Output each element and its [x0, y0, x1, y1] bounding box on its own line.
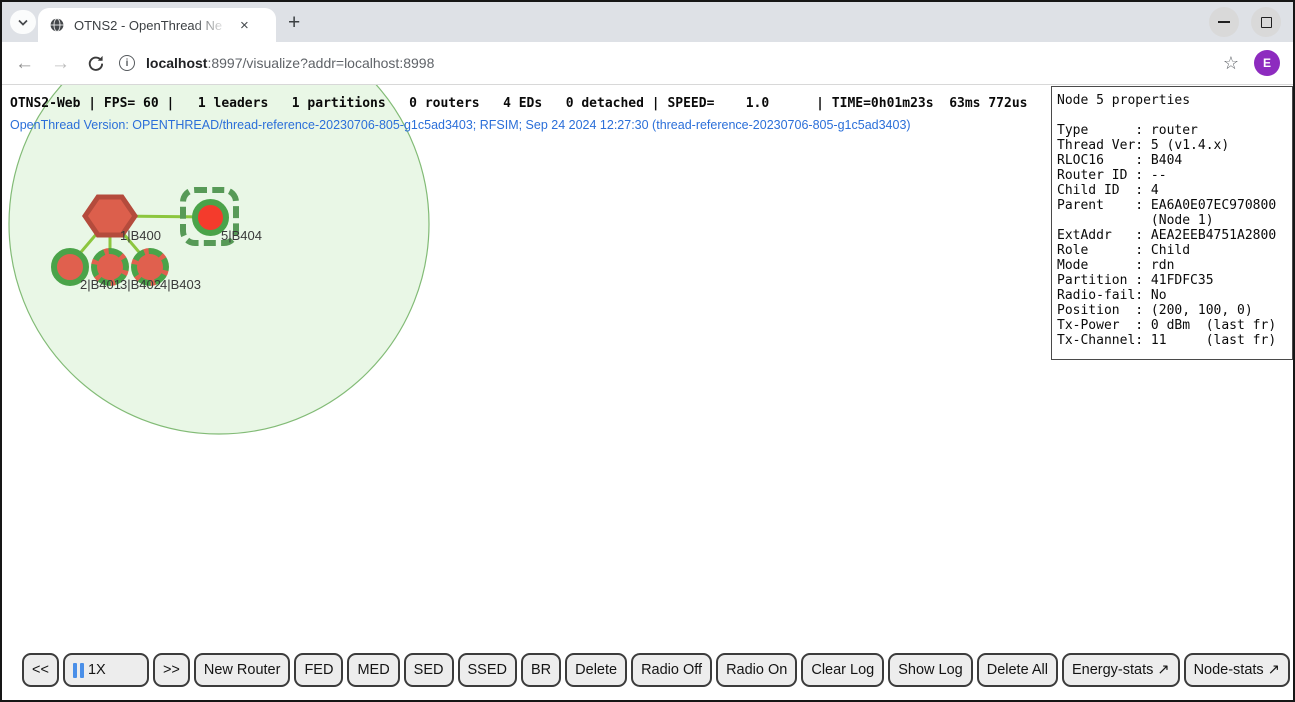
node-2-label: 2|B401 [80, 277, 121, 292]
delete-all-button[interactable]: Delete All [977, 653, 1058, 687]
delete-button[interactable]: Delete [565, 653, 627, 687]
tab-title: OTNS2 - OpenThread Ne [74, 18, 232, 33]
show-log-button[interactable]: Show Log [888, 653, 973, 687]
window-controls [1209, 7, 1281, 37]
chevron-down-icon [18, 19, 28, 26]
node-5-label: 5|B404 [221, 228, 262, 243]
url-text: localhost:8997/visualize?addr=localhost:… [146, 55, 434, 71]
url-host: localhost [146, 55, 207, 71]
sed-button[interactable]: SED [404, 653, 454, 687]
url-path: :8997/visualize?addr=localhost:8998 [207, 55, 434, 71]
minimize-button[interactable] [1209, 7, 1239, 37]
tab-search-button[interactable] [10, 10, 36, 34]
node-4-label: 4|B403 [160, 277, 201, 292]
speed-label: 1X [88, 662, 106, 678]
reload-button[interactable] [87, 55, 104, 72]
browser-toolbar: ← → i localhost:8997/visualize?addr=loca… [2, 42, 1293, 84]
browser-window: OTNS2 - OpenThread Ne × + ← → i localhos… [0, 0, 1295, 702]
node-1-label: 1|B400 [120, 228, 161, 243]
ssed-button[interactable]: SSED [458, 653, 518, 687]
node-properties-panel: Node 5 properties Type : router Thread V… [1051, 86, 1293, 360]
reload-icon [87, 55, 104, 72]
openthread-version-text: OpenThread Version: OPENTHREAD/thread-re… [10, 118, 911, 132]
properties-title: Node 5 properties [1057, 93, 1287, 108]
med-button[interactable]: MED [347, 653, 399, 687]
node-3-label: 3|B402 [120, 277, 161, 292]
energy-stats-button[interactable]: Energy-stats ↗ [1062, 653, 1180, 687]
step-forward-button[interactable]: >> [153, 653, 190, 687]
speed-button[interactable]: 1X [63, 653, 149, 687]
bookmark-star-icon[interactable]: ☆ [1223, 53, 1239, 74]
clear-log-button[interactable]: Clear Log [801, 653, 884, 687]
pause-icon [73, 663, 84, 678]
fed-button[interactable]: FED [294, 653, 343, 687]
browser-tab[interactable]: OTNS2 - OpenThread Ne × [38, 8, 276, 42]
br-button[interactable]: BR [521, 653, 561, 687]
radio-off-button[interactable]: Radio Off [631, 653, 712, 687]
tab-strip: OTNS2 - OpenThread Ne × + [2, 2, 1293, 42]
radio-on-button[interactable]: Radio On [716, 653, 797, 687]
network-canvas[interactable] [2, 85, 1052, 700]
minimize-icon [1218, 21, 1230, 23]
node-stats-button[interactable]: Node-stats ↗ [1184, 653, 1290, 687]
otns-visualizer-page: OTNS2-Web | FPS= 60 | 1 leaders 1 partit… [2, 85, 1293, 700]
tab-close-icon[interactable]: × [240, 18, 249, 33]
profile-avatar[interactable]: E [1254, 50, 1280, 76]
action-toolbar: << 1X >> New Router FED MED SED SSED BR … [22, 653, 1290, 687]
new-tab-button[interactable]: + [288, 12, 300, 33]
maximize-icon [1261, 17, 1272, 28]
address-bar[interactable]: i localhost:8997/visualize?addr=localhos… [119, 48, 1213, 78]
properties-body: Type : router Thread Ver: 5 (v1.4.x) RLO… [1057, 108, 1287, 348]
back-button[interactable]: ← [15, 54, 34, 73]
maximize-button[interactable] [1251, 7, 1281, 37]
status-bar: OTNS2-Web | FPS= 60 | 1 leaders 1 partit… [10, 96, 1027, 111]
step-back-button[interactable]: << [22, 653, 59, 687]
forward-button[interactable]: → [51, 54, 70, 73]
globe-favicon-icon [49, 17, 65, 33]
site-info-icon[interactable]: i [119, 55, 135, 71]
new-router-button[interactable]: New Router [194, 653, 291, 687]
